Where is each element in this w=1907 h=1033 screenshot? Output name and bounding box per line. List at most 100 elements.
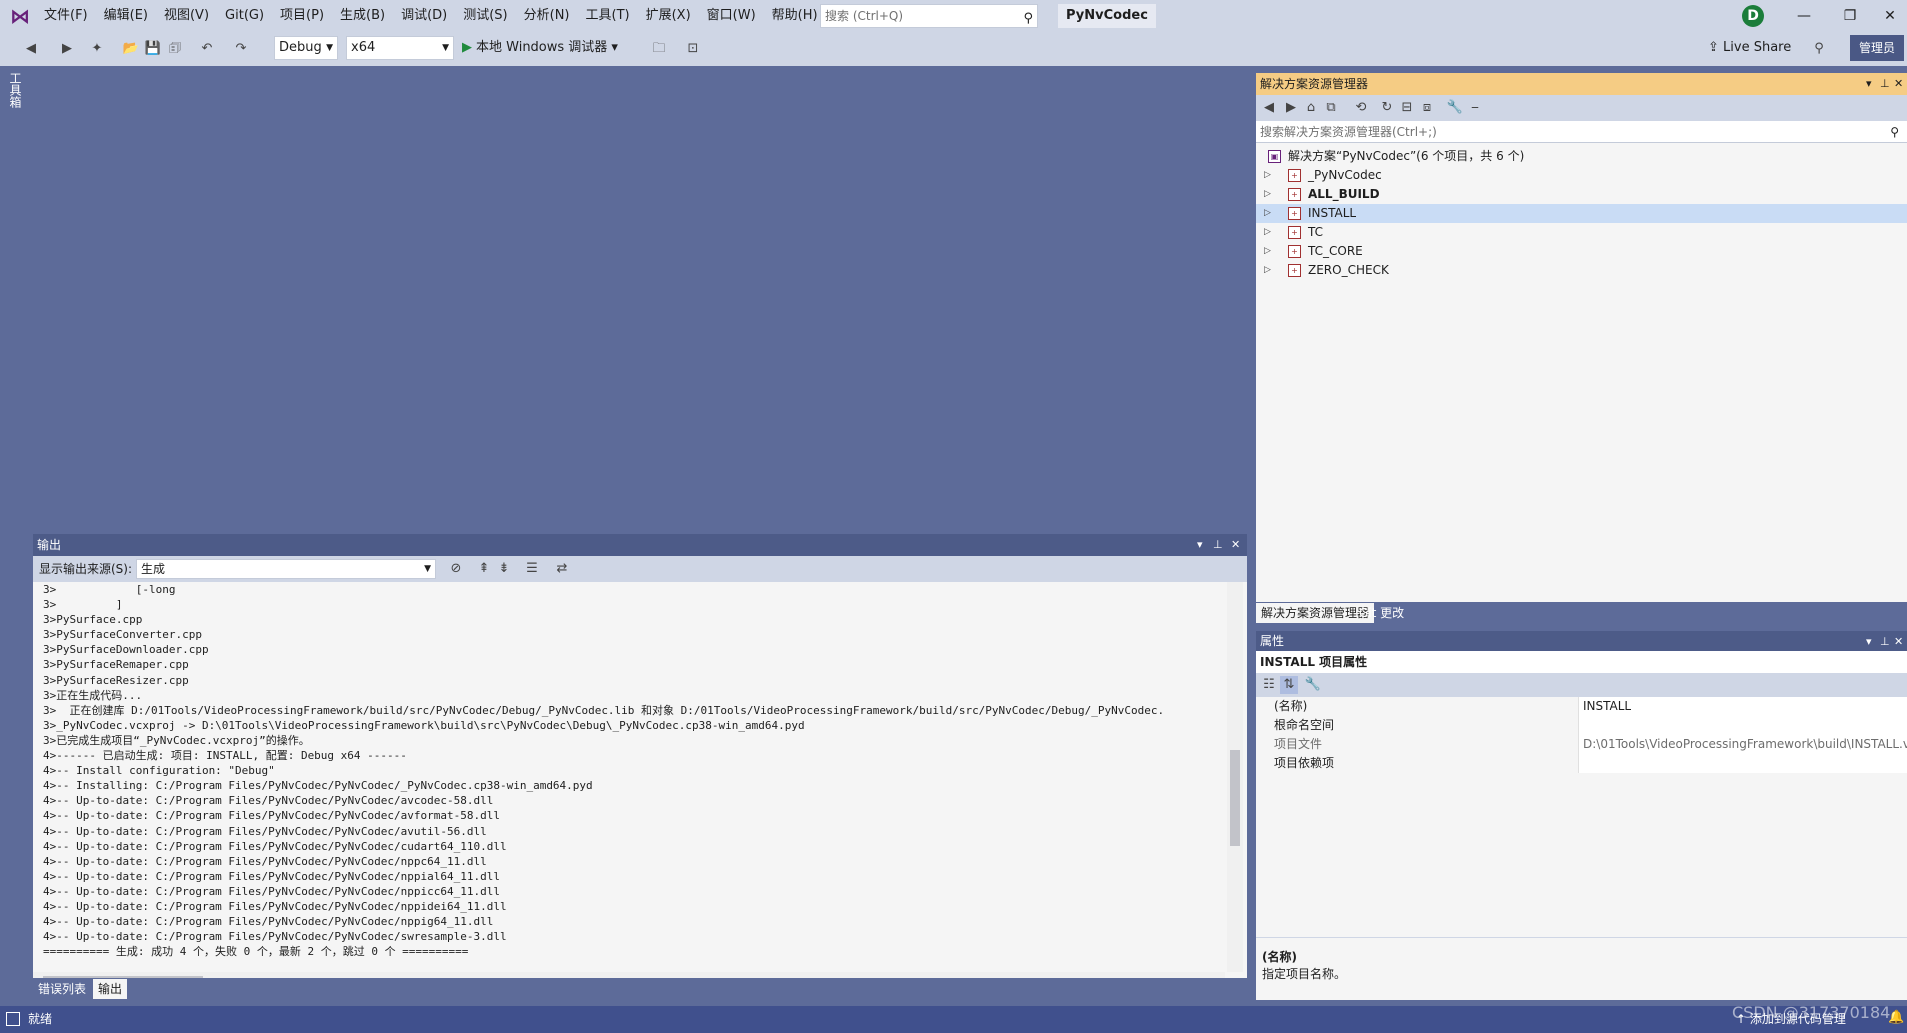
menu-item[interactable]: 窗口(W): [699, 0, 764, 32]
property-row[interactable]: (名称) INSTALL: [1256, 697, 1907, 716]
menu-item[interactable]: 编辑(E): [96, 0, 156, 32]
close-icon[interactable]: ✕: [1231, 534, 1240, 556]
forward-icon[interactable]: ▶: [58, 40, 76, 58]
pin-icon[interactable]: ⊥: [1213, 534, 1223, 556]
show-all-files-icon[interactable]: ⧈: [1418, 99, 1436, 117]
property-row[interactable]: 项目文件 D:\01Tools\VideoProcessingFramework\…: [1256, 735, 1907, 754]
avatar[interactable]: D: [1742, 5, 1764, 27]
find-message-icon[interactable]: ⊘: [447, 560, 465, 578]
menu-item[interactable]: 工具(T): [578, 0, 638, 32]
output-line: 3>PySurfaceConverter.cpp: [43, 628, 202, 642]
preview-icon[interactable]: ⎯: [1466, 99, 1484, 117]
collapse-all-icon[interactable]: ⊟: [1398, 99, 1416, 117]
visual-studio-logo-icon[interactable]: ⋈: [10, 5, 32, 27]
dropdown-icon[interactable]: ▾: [1197, 534, 1203, 556]
expand-caret-icon[interactable]: ▷: [1264, 166, 1271, 185]
property-value[interactable]: INSTALL: [1578, 697, 1907, 716]
refresh-icon[interactable]: ↻: [1378, 99, 1396, 117]
menu-item[interactable]: 项目(P): [272, 0, 332, 32]
tab-error-list[interactable]: 错误列表: [33, 979, 91, 999]
start-debugging-button[interactable]: ▶ 本地 Windows 调试器 ▾: [462, 36, 618, 60]
folder-icon[interactable]: 🗀: [650, 40, 668, 58]
project-item[interactable]: ▷ + ALL_BUILD: [1256, 185, 1907, 204]
pending-changes-icon[interactable]: ⟲: [1352, 99, 1370, 117]
restore-icon[interactable]: ❐: [1828, 0, 1872, 32]
undo-icon[interactable]: ↶: [198, 40, 216, 58]
feedback-icon[interactable]: ⚲: [1810, 40, 1828, 58]
minimize-icon[interactable]: —: [1782, 0, 1826, 32]
alphabetical-icon[interactable]: ⇅: [1280, 676, 1298, 694]
screenshot-icon[interactable]: ⊡: [684, 40, 702, 58]
menu-item[interactable]: 测试(S): [455, 0, 515, 32]
expand-caret-icon[interactable]: ▷: [1264, 185, 1271, 204]
categorized-icon[interactable]: ☷: [1260, 676, 1278, 694]
description-title: (名称): [1262, 950, 1297, 964]
switch-views-icon[interactable]: ⧉: [1322, 99, 1340, 117]
notification-bell-icon[interactable]: 🔔: [1888, 1010, 1904, 1025]
redo-icon[interactable]: ↷: [232, 40, 250, 58]
project-item[interactable]: ▷ + TC: [1256, 223, 1907, 242]
prev-message-icon[interactable]: ⇞: [475, 560, 493, 578]
tab-output[interactable]: 输出: [93, 979, 128, 999]
output-line: 4>-- Up-to-date: C:/Program Files/PyNvCo…: [43, 915, 494, 929]
close-icon[interactable]: ✕: [1868, 0, 1907, 32]
forward-icon[interactable]: ▶: [1282, 99, 1300, 117]
expand-caret-icon[interactable]: ▷: [1264, 223, 1271, 242]
output-text[interactable]: 3> [-long 3> ] 3>PySurface.cpp 3>PySurfaceC…: [33, 582, 1225, 972]
close-icon[interactable]: ✕: [1894, 631, 1903, 653]
save-icon[interactable]: 💾: [144, 40, 162, 58]
property-row[interactable]: 项目依赖项: [1256, 754, 1907, 773]
back-icon[interactable]: ◀: [1260, 99, 1278, 117]
back-icon[interactable]: ◀: [22, 40, 40, 58]
new-project-icon[interactable]: ✦: [88, 40, 106, 58]
pin-icon[interactable]: ⊥: [1880, 631, 1890, 653]
menu-item[interactable]: Git(G): [217, 0, 272, 32]
menu-item[interactable]: 调试(D): [393, 0, 455, 32]
solution-search-input[interactable]: 搜索解决方案资源管理器(Ctrl+;) ⚲: [1256, 121, 1907, 143]
output-source-select[interactable]: 生成 ▼: [136, 559, 436, 579]
project-item[interactable]: ▷ + TC_CORE: [1256, 242, 1907, 261]
menu-item[interactable]: 文件(F): [36, 0, 96, 32]
dropdown-icon[interactable]: ▾: [1866, 73, 1872, 95]
project-label: TC_CORE: [1308, 244, 1363, 258]
expand-caret-icon[interactable]: ▷: [1264, 204, 1271, 223]
menu-item[interactable]: 分析(N): [516, 0, 578, 32]
property-value[interactable]: D:\01Tools\VideoProcessingFramework\buil…: [1578, 735, 1907, 754]
solution-root[interactable]: ▣ 解决方案“PyNvCodec”(6 个项目，共 6 个): [1256, 147, 1907, 166]
project-item[interactable]: ▷ + ZERO_CHECK: [1256, 261, 1907, 280]
config-dropdown[interactable]: Debug ▼: [274, 36, 338, 60]
open-file-icon[interactable]: 📂: [122, 40, 140, 58]
expand-caret-icon[interactable]: ▷: [1264, 261, 1271, 280]
menu-item[interactable]: 生成(B): [332, 0, 393, 32]
close-icon[interactable]: ✕: [1894, 73, 1903, 95]
search-icon: ⚲: [1023, 11, 1033, 26]
tab-git-changes[interactable]: Git 更改: [1354, 603, 1409, 623]
property-value[interactable]: [1578, 754, 1907, 773]
menu-item[interactable]: 扩展(X): [638, 0, 699, 32]
platform-dropdown[interactable]: x64 ▼: [346, 36, 454, 60]
output-vertical-scrollbar[interactable]: [1227, 582, 1243, 972]
save-all-icon[interactable]: 🗊: [166, 40, 184, 58]
output-line: 4>-- Up-to-date: C:/Program Files/PyNvCo…: [43, 884, 500, 898]
property-pages-icon[interactable]: 🔧: [1304, 676, 1322, 694]
project-item[interactable]: ▷ + _PyNvCodec: [1256, 166, 1907, 185]
property-value[interactable]: [1578, 716, 1907, 735]
search-input[interactable]: 搜索 (Ctrl+Q) ⚲: [820, 4, 1038, 28]
admin-badge[interactable]: 管理员: [1850, 35, 1904, 61]
expand-caret-icon[interactable]: ▷: [1264, 242, 1271, 261]
word-wrap-icon[interactable]: ⇄: [553, 560, 571, 578]
clear-all-icon[interactable]: ☰: [523, 560, 541, 578]
dropdown-icon[interactable]: ▾: [1866, 631, 1872, 653]
pin-icon[interactable]: ⊥: [1880, 73, 1890, 95]
properties-wrench-icon[interactable]: 🔧: [1446, 99, 1464, 117]
properties-object-selector[interactable]: INSTALL 项目属性: [1256, 651, 1907, 673]
scrollbar-thumb[interactable]: [1230, 750, 1240, 846]
toolbox-tab[interactable]: 工具箱: [8, 72, 24, 108]
project-item[interactable]: ▷ + INSTALL: [1256, 204, 1907, 223]
property-row[interactable]: 根命名空间: [1256, 716, 1907, 735]
menu-item[interactable]: 视图(V): [156, 0, 217, 32]
menu-item[interactable]: 帮助(H): [764, 0, 826, 32]
next-message-icon[interactable]: ⇟: [495, 560, 513, 578]
home-icon[interactable]: ⌂: [1302, 99, 1320, 117]
live-share-button[interactable]: ⇪ Live Share: [1708, 36, 1791, 60]
